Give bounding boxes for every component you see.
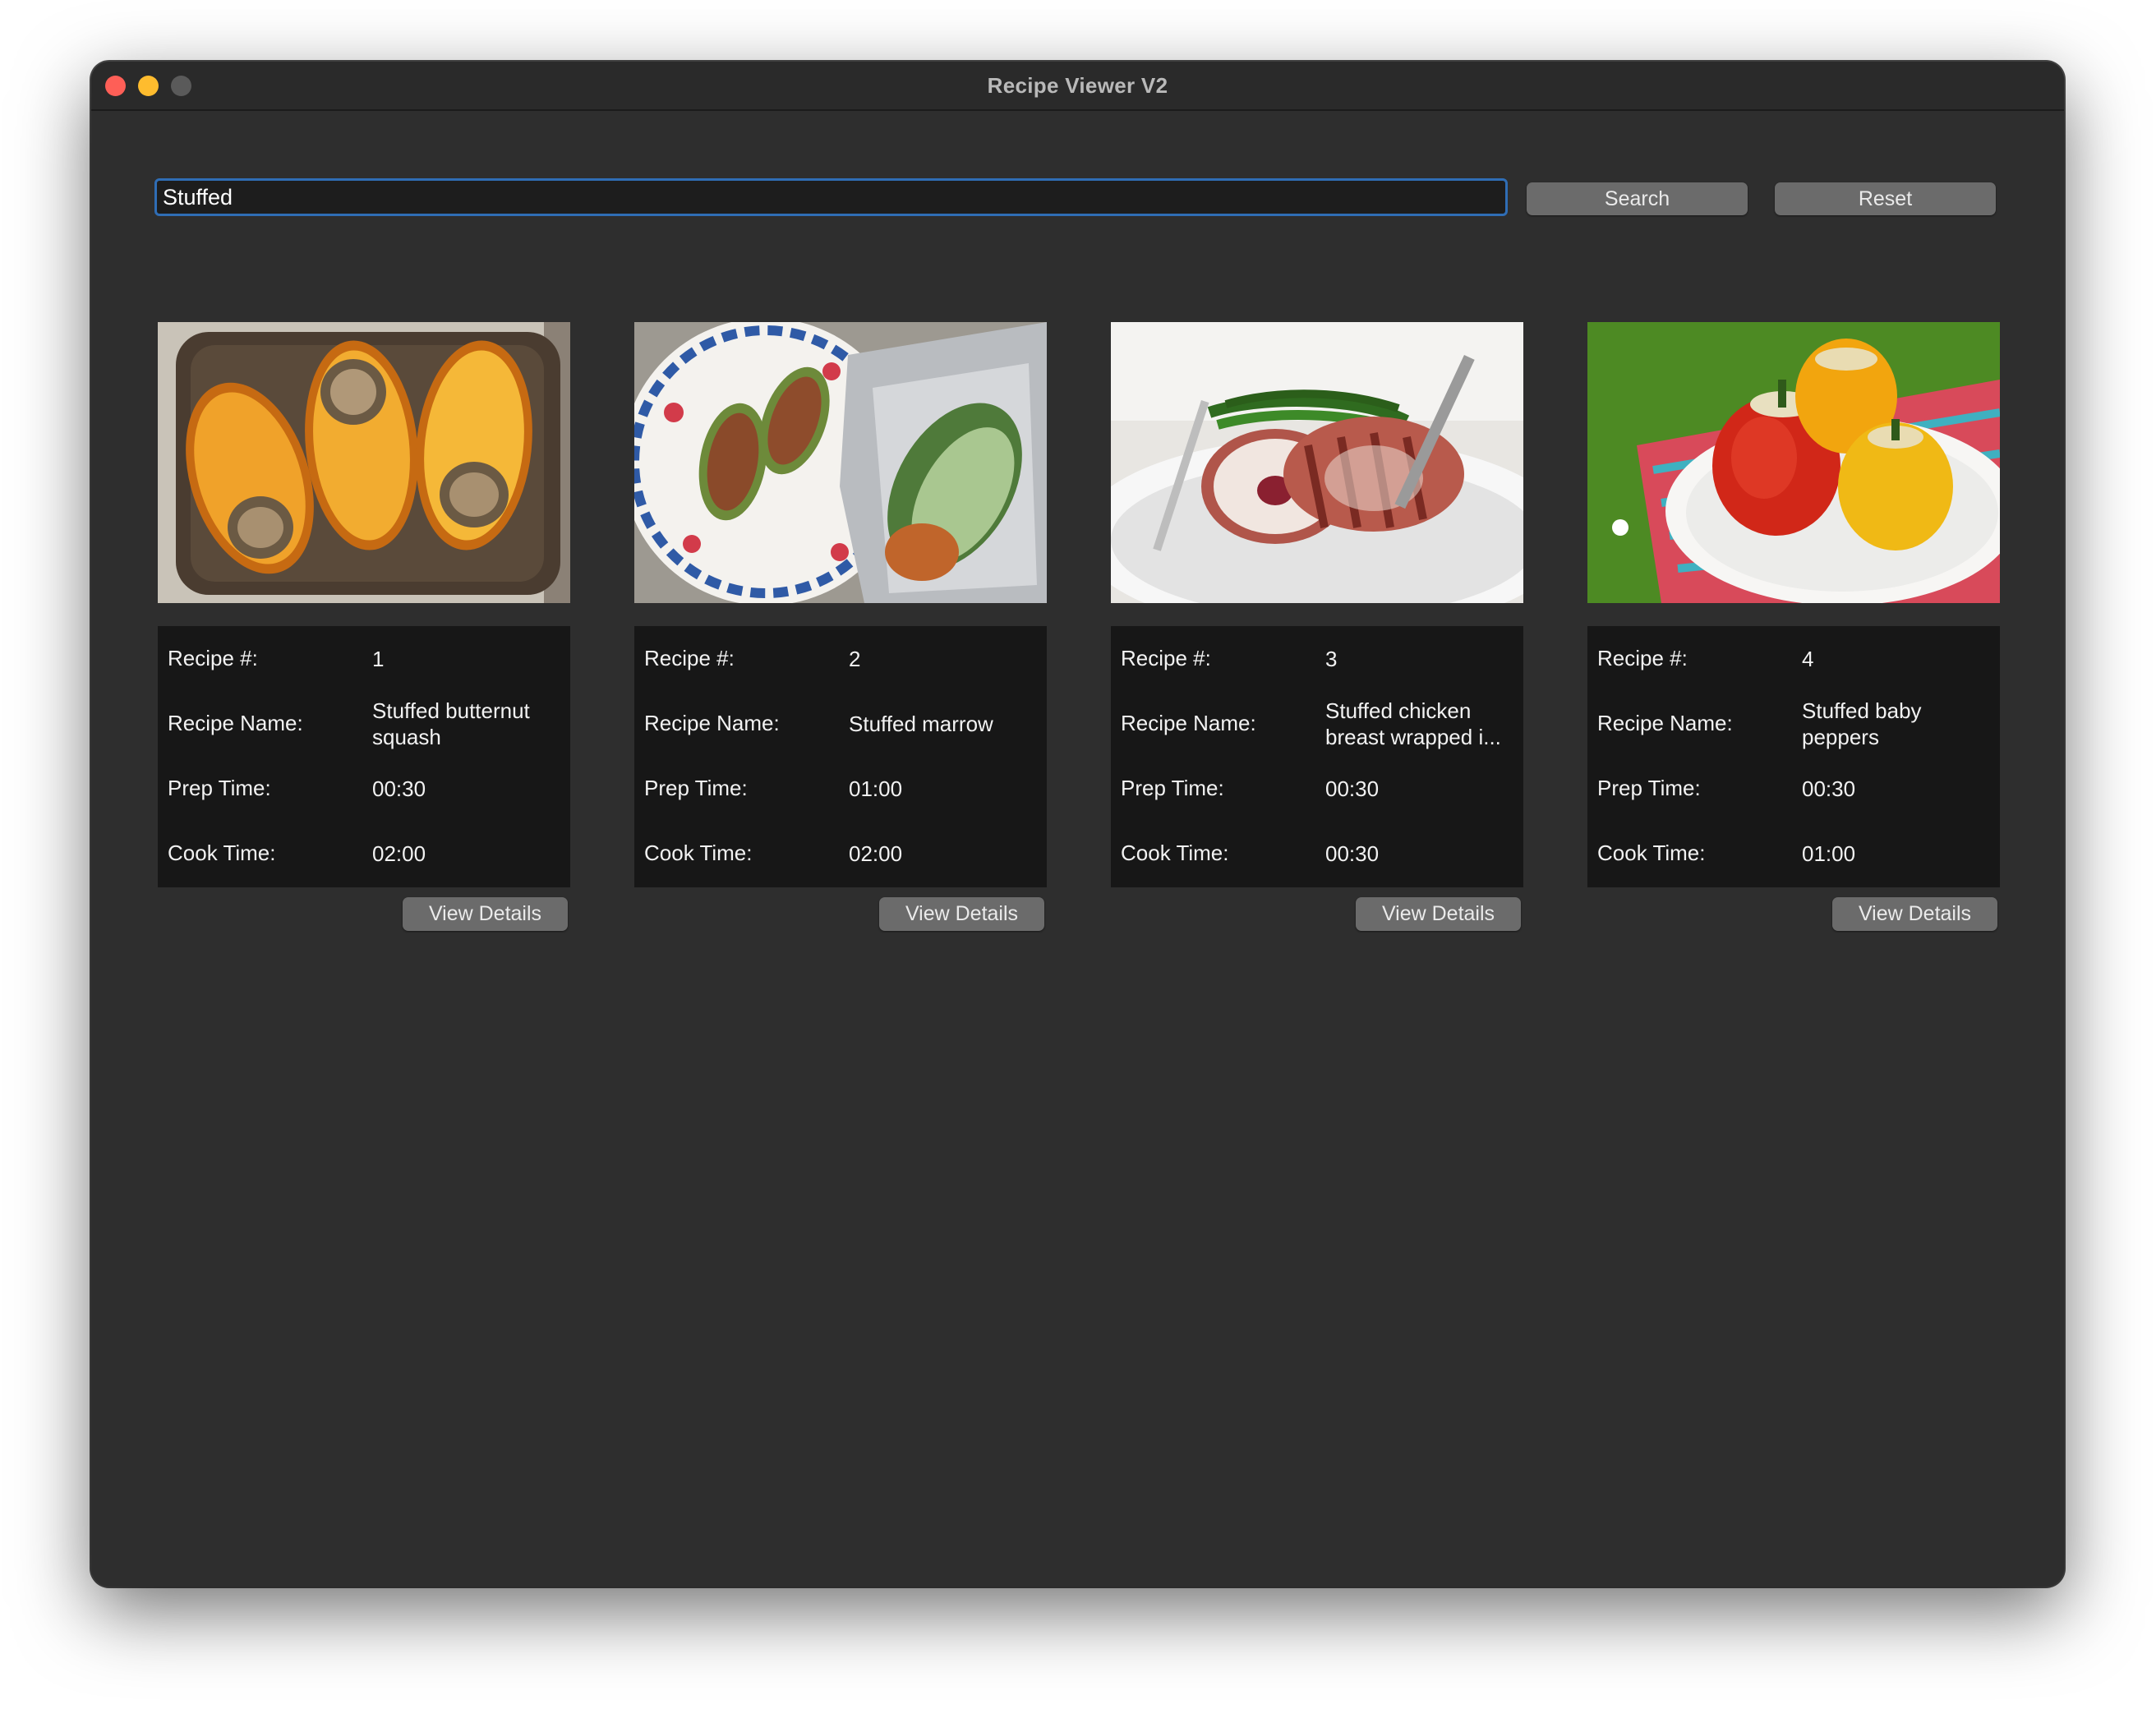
- recipe-name-value: Stuffed marrow: [849, 711, 993, 736]
- stuffed-peppers-photo: [1587, 322, 2000, 603]
- prep-time-value: 00:30: [1325, 776, 1380, 801]
- recipe-image: [1111, 322, 1523, 603]
- recipe-number-value: 4: [1802, 646, 1814, 671]
- recipe-image: [158, 322, 570, 603]
- recipe-name-row: Recipe Name: Stuffed chicken breast wrap…: [1111, 691, 1523, 756]
- recipe-name-row: Recipe Name: Stuffed butternut squash: [158, 691, 570, 756]
- recipe-name-value: Stuffed chicken breast wrapped i...: [1325, 698, 1501, 749]
- app-window: Recipe Viewer V2 Search Reset: [91, 62, 2064, 1587]
- stuffed-marrow-photo: [634, 322, 1047, 603]
- cook-time-value: 02:00: [849, 841, 903, 866]
- view-details-button[interactable]: View Details: [1356, 897, 1521, 931]
- recipe-number-value: 3: [1325, 646, 1338, 671]
- prep-time-label: Prep Time:: [1597, 776, 1701, 800]
- recipe-info-table: Recipe #: 3 Recipe Name: Stuffed chicken…: [1111, 626, 1523, 887]
- recipe-name-row: Recipe Name: Stuffed marrow: [634, 691, 1047, 756]
- prep-time-row: Prep Time: 00:30: [158, 756, 570, 821]
- recipe-number-row: Recipe #: 3: [1111, 626, 1523, 691]
- search-input[interactable]: [154, 178, 1508, 216]
- view-details-button[interactable]: View Details: [1832, 897, 1997, 931]
- cook-time-row: Cook Time: 00:30: [1111, 821, 1523, 886]
- cook-time-label: Cook Time:: [644, 841, 753, 865]
- cook-time-value: 02:00: [372, 841, 426, 866]
- recipe-name-value: Stuffed baby peppers: [1802, 698, 1922, 749]
- recipe-number-value: 1: [372, 646, 385, 671]
- recipe-number-label: Recipe #:: [1597, 646, 1688, 670]
- cook-time-row: Cook Time: 02:00: [158, 821, 570, 886]
- prep-time-value: 01:00: [849, 776, 903, 801]
- recipe-info-table: Recipe #: 1 Recipe Name: Stuffed buttern…: [158, 626, 570, 887]
- recipe-name-row: Recipe Name: Stuffed baby peppers: [1587, 691, 2000, 756]
- title-bar[interactable]: Recipe Viewer V2: [91, 62, 2064, 111]
- recipe-name-label: Recipe Name:: [1597, 711, 1733, 735]
- cook-time-value: 01:00: [1802, 841, 1856, 866]
- prep-time-row: Prep Time: 00:30: [1111, 756, 1523, 821]
- prep-time-row: Prep Time: 01:00: [634, 756, 1047, 821]
- window-title: Recipe Viewer V2: [987, 73, 1168, 98]
- recipe-name-label: Recipe Name:: [644, 711, 780, 735]
- view-details-button[interactable]: View Details: [403, 897, 568, 931]
- recipe-image: [1587, 322, 2000, 603]
- cook-time-value: 00:30: [1325, 841, 1380, 866]
- prep-time-label: Prep Time:: [1121, 776, 1224, 800]
- stuffed-chicken-photo: [1111, 322, 1523, 603]
- cook-time-label: Cook Time:: [168, 841, 276, 865]
- cook-time-row: Cook Time: 01:00: [1587, 821, 2000, 886]
- cook-time-label: Cook Time:: [1121, 841, 1229, 865]
- recipe-image: [634, 322, 1047, 603]
- cook-time-label: Cook Time:: [1597, 841, 1706, 865]
- cook-time-row: Cook Time: 02:00: [634, 821, 1047, 886]
- recipe-number-label: Recipe #:: [644, 646, 735, 670]
- prep-time-label: Prep Time:: [644, 776, 748, 800]
- recipe-name-label: Recipe Name:: [1121, 711, 1256, 735]
- recipe-number-value: 2: [849, 646, 861, 671]
- recipe-number-row: Recipe #: 1: [158, 626, 570, 691]
- reset-button[interactable]: Reset: [1775, 182, 1996, 215]
- prep-time-value: 00:30: [1802, 776, 1856, 801]
- recipe-number-label: Recipe #:: [1121, 646, 1211, 670]
- butternut-squash-photo: [158, 322, 570, 603]
- recipe-info-table: Recipe #: 4 Recipe Name: Stuffed baby pe…: [1587, 626, 2000, 887]
- recipe-number-row: Recipe #: 2: [634, 626, 1047, 691]
- recipe-name-label: Recipe Name:: [168, 711, 303, 735]
- prep-time-value: 00:30: [372, 776, 426, 801]
- search-button[interactable]: Search: [1527, 182, 1748, 215]
- recipe-info-table: Recipe #: 2 Recipe Name: Stuffed marrow …: [634, 626, 1047, 887]
- recipe-name-value: Stuffed butternut squash: [372, 698, 530, 749]
- recipe-number-row: Recipe #: 4: [1587, 626, 2000, 691]
- recipe-number-label: Recipe #:: [168, 646, 258, 670]
- prep-time-row: Prep Time: 00:30: [1587, 756, 2000, 821]
- prep-time-label: Prep Time:: [168, 776, 271, 800]
- view-details-button[interactable]: View Details: [879, 897, 1044, 931]
